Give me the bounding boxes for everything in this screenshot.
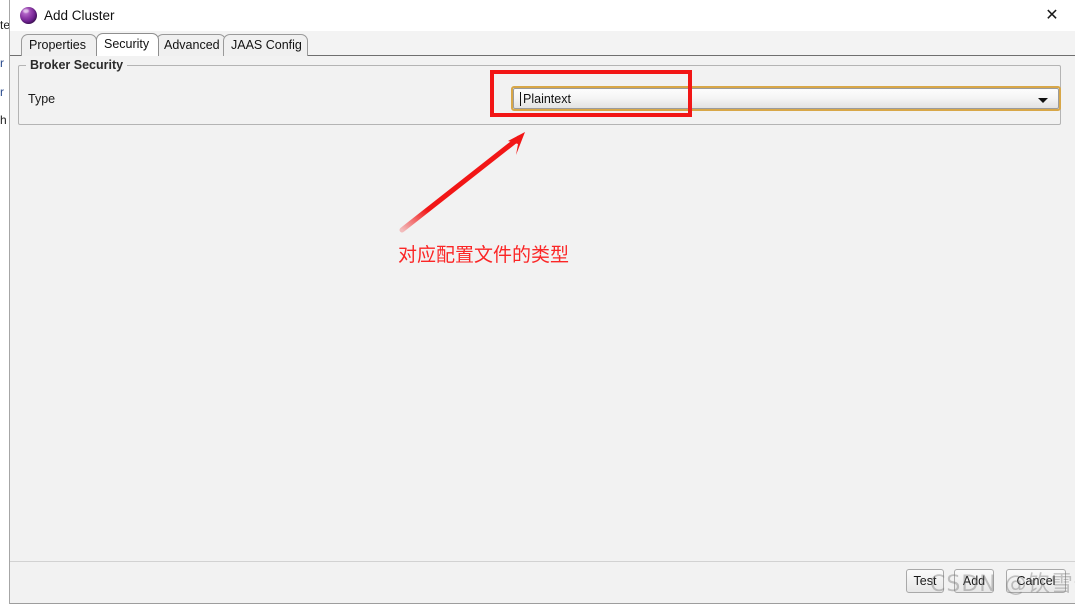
security-type-value: Plaintext bbox=[523, 92, 571, 106]
tab-advanced[interactable]: Advanced bbox=[156, 34, 226, 56]
tab-security[interactable]: Security bbox=[96, 33, 159, 56]
combobox-inner: Plaintext bbox=[513, 88, 1059, 109]
text-cursor bbox=[520, 92, 521, 106]
dialog-titlebar: Add Cluster ✕ bbox=[10, 0, 1075, 31]
dialog-button-bar: Test Add Cancel bbox=[10, 561, 1075, 604]
background-window-strip: te r r h bbox=[0, 0, 9, 604]
close-icon[interactable]: ✕ bbox=[1029, 0, 1075, 31]
security-type-combobox[interactable]: Plaintext bbox=[511, 86, 1061, 111]
tab-jaas-config[interactable]: JAAS Config bbox=[223, 34, 308, 56]
tab-properties[interactable]: Properties bbox=[21, 34, 97, 56]
add-cluster-dialog: Add Cluster ✕ Properties Security Advanc… bbox=[9, 0, 1075, 604]
cancel-button[interactable]: Cancel bbox=[1006, 569, 1066, 593]
chevron-down-icon[interactable] bbox=[1038, 98, 1048, 103]
broker-security-group: Broker Security Type Plaintext bbox=[18, 57, 1061, 125]
screenshot-root: te r r h Add Cluster ✕ Properties Securi… bbox=[0, 0, 1075, 604]
background-fragment-3: h bbox=[0, 113, 7, 127]
test-button[interactable]: Test bbox=[906, 569, 944, 593]
cluster-sphere-icon bbox=[20, 7, 37, 24]
broker-security-group-title: Broker Security bbox=[26, 57, 128, 73]
dialog-title: Add Cluster bbox=[44, 8, 115, 23]
security-tab-panel: Broker Security Type Plaintext bbox=[10, 56, 1075, 562]
type-label: Type bbox=[28, 92, 56, 106]
tab-strip: Properties Security Advanced JAAS Config bbox=[10, 31, 1075, 56]
annotation-text: 对应配置文件的类型 bbox=[398, 244, 570, 266]
add-button[interactable]: Add bbox=[954, 569, 994, 593]
background-fragment-1: r bbox=[0, 56, 4, 70]
background-fragment-2: r bbox=[0, 85, 4, 99]
background-fragment-0: te bbox=[0, 18, 9, 32]
